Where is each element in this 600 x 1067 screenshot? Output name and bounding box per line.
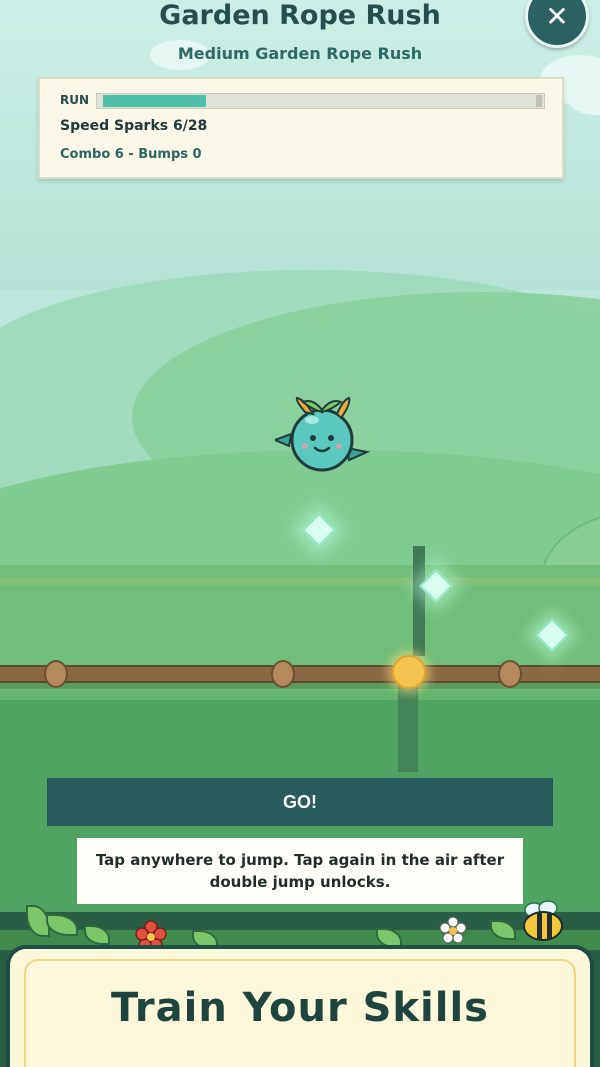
banner-title: Train Your Skills bbox=[111, 985, 489, 1031]
combo-bumps-counter: Combo 6 - Bumps 0 bbox=[60, 147, 202, 162]
obstacle-pole bbox=[413, 546, 425, 656]
player-character bbox=[275, 396, 370, 472]
close-icon: ✕ bbox=[545, 0, 569, 33]
speed-sparks-counter: Speed Sparks 6/28 bbox=[60, 118, 208, 134]
bee-icon bbox=[523, 900, 563, 941]
instruction-text: Tap anywhere to jump. Tap again in the a… bbox=[95, 851, 505, 891]
bump-orb bbox=[392, 655, 426, 689]
status-panel: RUN Speed Sparks 6/28 Combo 6 - Bumps 0 bbox=[38, 77, 564, 179]
obstacle-pole bbox=[398, 680, 418, 772]
game-title: Garden Rope Rush bbox=[159, 0, 441, 31]
game-subtitle: Medium Garden Rope Rush bbox=[177, 44, 423, 63]
run-label: RUN bbox=[60, 93, 90, 107]
run-progress-bar bbox=[96, 93, 545, 109]
rope-knot bbox=[498, 660, 522, 688]
rope-knot bbox=[44, 660, 68, 688]
instruction-hint: Tap anywhere to jump. Tap again in the a… bbox=[77, 838, 523, 904]
daisy-icon bbox=[439, 916, 467, 944]
run-progress-end bbox=[536, 95, 542, 107]
run-progress-fill bbox=[103, 95, 206, 107]
go-button[interactable]: GO! bbox=[47, 778, 553, 826]
rope-knot bbox=[271, 660, 295, 688]
far-rope bbox=[0, 577, 600, 585]
